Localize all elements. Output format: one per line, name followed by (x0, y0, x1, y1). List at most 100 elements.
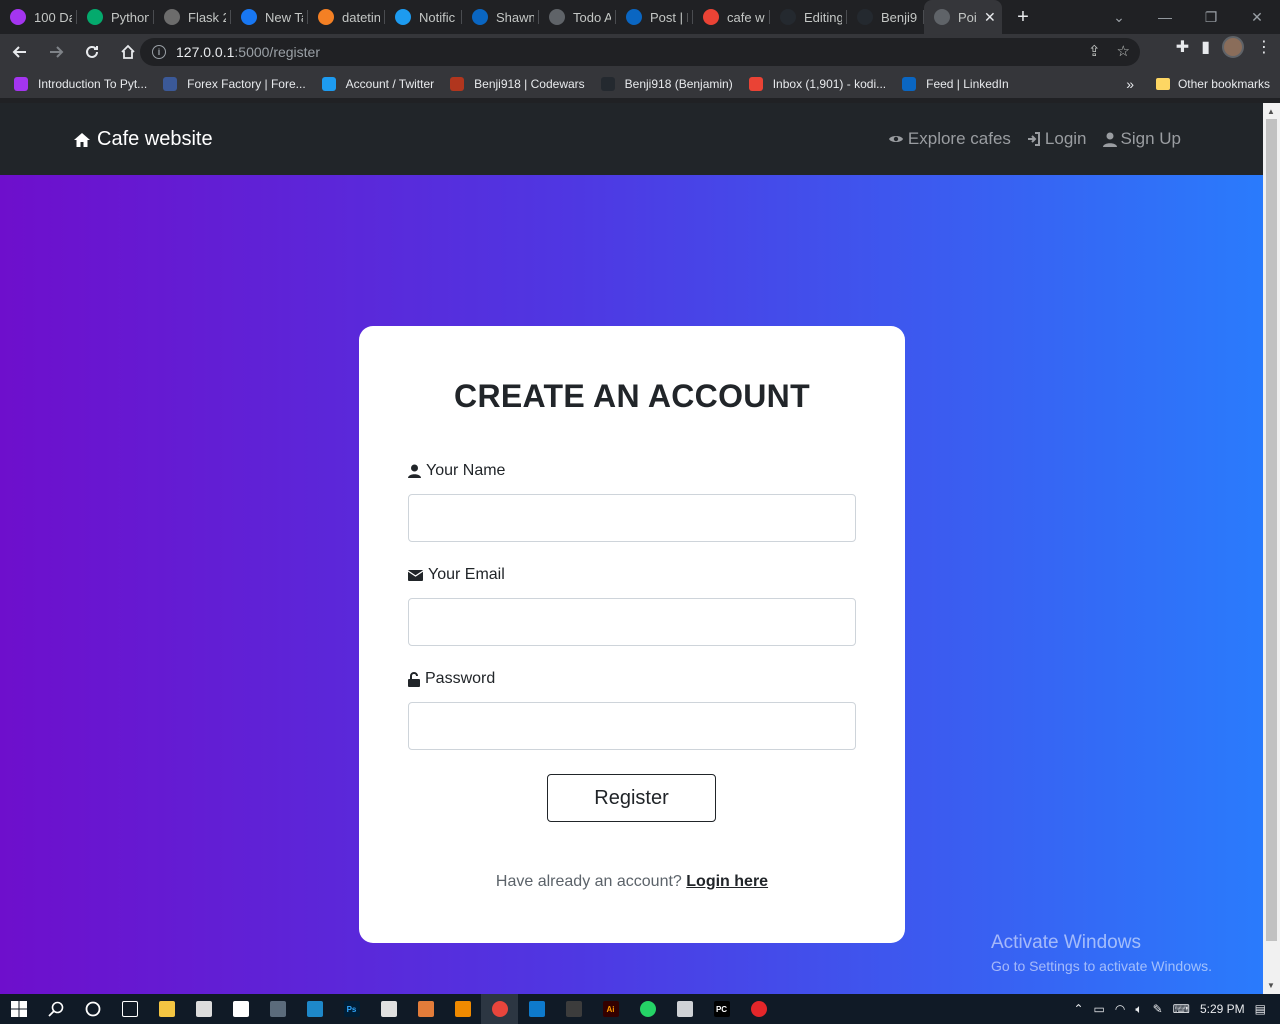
typora-icon (676, 1001, 693, 1017)
register-button[interactable]: Register (547, 774, 716, 822)
reload-button[interactable] (76, 36, 108, 68)
back-button[interactable] (4, 36, 36, 68)
share-icon[interactable]: ⇪ (1088, 42, 1101, 60)
browser-tab[interactable]: New Ta (231, 0, 308, 34)
browser-tab[interactable]: datetin (308, 0, 385, 34)
close-tab-icon[interactable]: ✕ (984, 9, 996, 26)
store-icon (195, 1001, 212, 1017)
bookmark-item[interactable]: Account / Twitter (321, 77, 434, 91)
forward-button[interactable] (40, 36, 72, 68)
browser-tab[interactable]: Post | F (616, 0, 693, 34)
page-title: CREATE AN ACCOUNT (454, 378, 810, 414)
sign-in-icon (1027, 132, 1040, 146)
other-bookmarks[interactable]: Other bookmarks (1155, 77, 1270, 91)
w3-icon (87, 9, 103, 25)
chrome-icon (491, 1001, 508, 1017)
scrollbar-thumb[interactable] (1266, 119, 1277, 941)
menu-icon[interactable]: ⋮ (1256, 37, 1272, 57)
extensions-icon[interactable]: ✚ (1176, 37, 1189, 57)
taskbar-vlc[interactable] (444, 994, 481, 1024)
tray-chevron-up-icon[interactable]: ⌃ (1073, 1002, 1083, 1016)
volume-icon[interactable]: 🔈︎ (1135, 1002, 1142, 1017)
mail-icon (232, 1001, 249, 1017)
page-scrollbar[interactable]: ▲ ▼ (1263, 103, 1280, 994)
name-input[interactable] (408, 494, 856, 542)
linkedin-icon (626, 9, 642, 25)
wifi-icon[interactable]: ◠ (1115, 1002, 1125, 1016)
bookmark-item[interactable]: Benji918 (Benjamin) (600, 77, 733, 91)
brand-link[interactable]: Cafe website (73, 128, 213, 151)
new-tab-button[interactable]: + (1006, 0, 1040, 34)
bookmarks-bar: Introduction To Pyt... Forex Factory | Fo… (0, 70, 1280, 98)
scroll-up-icon[interactable]: ▲ (1267, 107, 1275, 116)
globe-icon (549, 9, 565, 25)
start-button[interactable] (0, 994, 37, 1024)
email-input[interactable] (408, 598, 856, 646)
taskbar-vscode[interactable] (518, 994, 555, 1024)
cortana-button[interactable] (74, 994, 111, 1024)
taskbar-chrome[interactable] (481, 994, 518, 1024)
task-view-button[interactable] (111, 994, 148, 1024)
nav-sign-up[interactable]: Sign Up (1102, 129, 1181, 149)
browser-tab[interactable]: cafe wi (693, 0, 770, 34)
browser-tab[interactable]: Todo A (539, 0, 616, 34)
taskbar-calculator[interactable] (370, 994, 407, 1024)
taskbar-illustrator[interactable]: Ai (592, 994, 629, 1024)
browser-tab[interactable]: 100 Da (0, 0, 77, 34)
nav-explore-cafes[interactable]: Explore cafes (888, 129, 1011, 149)
codewars-icon (450, 77, 465, 91)
side-panel-icon[interactable]: ▮ (1201, 37, 1210, 57)
minimize-button[interactable]: — (1142, 9, 1188, 25)
taskbar-archive[interactable] (407, 994, 444, 1024)
user-icon (1102, 132, 1117, 147)
password-label: Password (408, 670, 495, 688)
taskbar-opera[interactable] (740, 994, 777, 1024)
taskbar-mail[interactable] (222, 994, 259, 1024)
bookmark-item[interactable]: Forex Factory | Fore... (163, 77, 306, 91)
browser-tab[interactable]: Poi ✕ (924, 0, 1002, 34)
pen-icon[interactable]: ✎ (1153, 1002, 1163, 1016)
taskbar-app[interactable] (296, 994, 333, 1024)
taskbar-store[interactable] (185, 994, 222, 1024)
profile-avatar[interactable] (1222, 36, 1244, 58)
cortana-icon (85, 1001, 100, 1017)
taskbar-pycharm[interactable]: PC (703, 994, 740, 1024)
bookmark-item[interactable]: Inbox (1,901) - kodi... (748, 77, 886, 91)
browser-tab[interactable]: Python (77, 0, 154, 34)
scroll-down-icon[interactable]: ▼ (1267, 981, 1275, 990)
tab-search-icon[interactable]: ⌄ (1096, 9, 1142, 26)
tab-title: 100 Da (34, 9, 72, 25)
notifications-icon[interactable]: ▤ (1255, 1002, 1266, 1016)
browser-tab[interactable]: Editing (770, 0, 847, 34)
taskbar-typora[interactable] (666, 994, 703, 1024)
clock[interactable]: 5:29 PM (1200, 1002, 1245, 1016)
watermark-title: Activate Windows (991, 932, 1141, 953)
taskbar-photoshop[interactable]: Ps (333, 994, 370, 1024)
login-here-link[interactable]: Login here (686, 873, 768, 890)
battery-icon[interactable]: ▭ (1094, 1002, 1105, 1016)
tab-title: Poi (958, 9, 977, 25)
bookmark-item[interactable]: Feed | LinkedIn (902, 77, 1009, 91)
taskbar-photos[interactable] (259, 994, 296, 1024)
home-icon (74, 132, 90, 147)
password-input[interactable] (408, 702, 856, 750)
bookmark-star-icon[interactable]: ☆ (1117, 42, 1130, 60)
nav-login[interactable]: Login (1027, 129, 1087, 149)
keyboard-icon[interactable]: ⌨ (1173, 1002, 1190, 1016)
restore-button[interactable]: ❐ (1188, 9, 1234, 26)
browser-tab[interactable]: Benji9 (847, 0, 924, 34)
bookmark-item[interactable]: Introduction To Pyt... (14, 77, 147, 91)
taskbar-whatsapp[interactable] (629, 994, 666, 1024)
taskbar-file-explorer[interactable] (148, 994, 185, 1024)
browser-tab[interactable]: Notific (385, 0, 462, 34)
close-window-button[interactable]: ✕ (1234, 9, 1280, 26)
bookmark-item[interactable]: Benji918 | Codewars (450, 77, 585, 91)
tab-title: datetin (342, 9, 380, 25)
bookmarks-overflow-button[interactable]: » (1126, 76, 1134, 92)
browser-tab[interactable]: Flask 2 (154, 0, 231, 34)
search-button[interactable] (37, 994, 74, 1024)
address-bar[interactable]: i 127.0.0.1:5000/register ⇪ ☆ (140, 38, 1140, 66)
site-info-icon[interactable]: i (152, 45, 166, 59)
taskbar-terminal[interactable] (555, 994, 592, 1024)
browser-tab[interactable]: Shawn (462, 0, 539, 34)
